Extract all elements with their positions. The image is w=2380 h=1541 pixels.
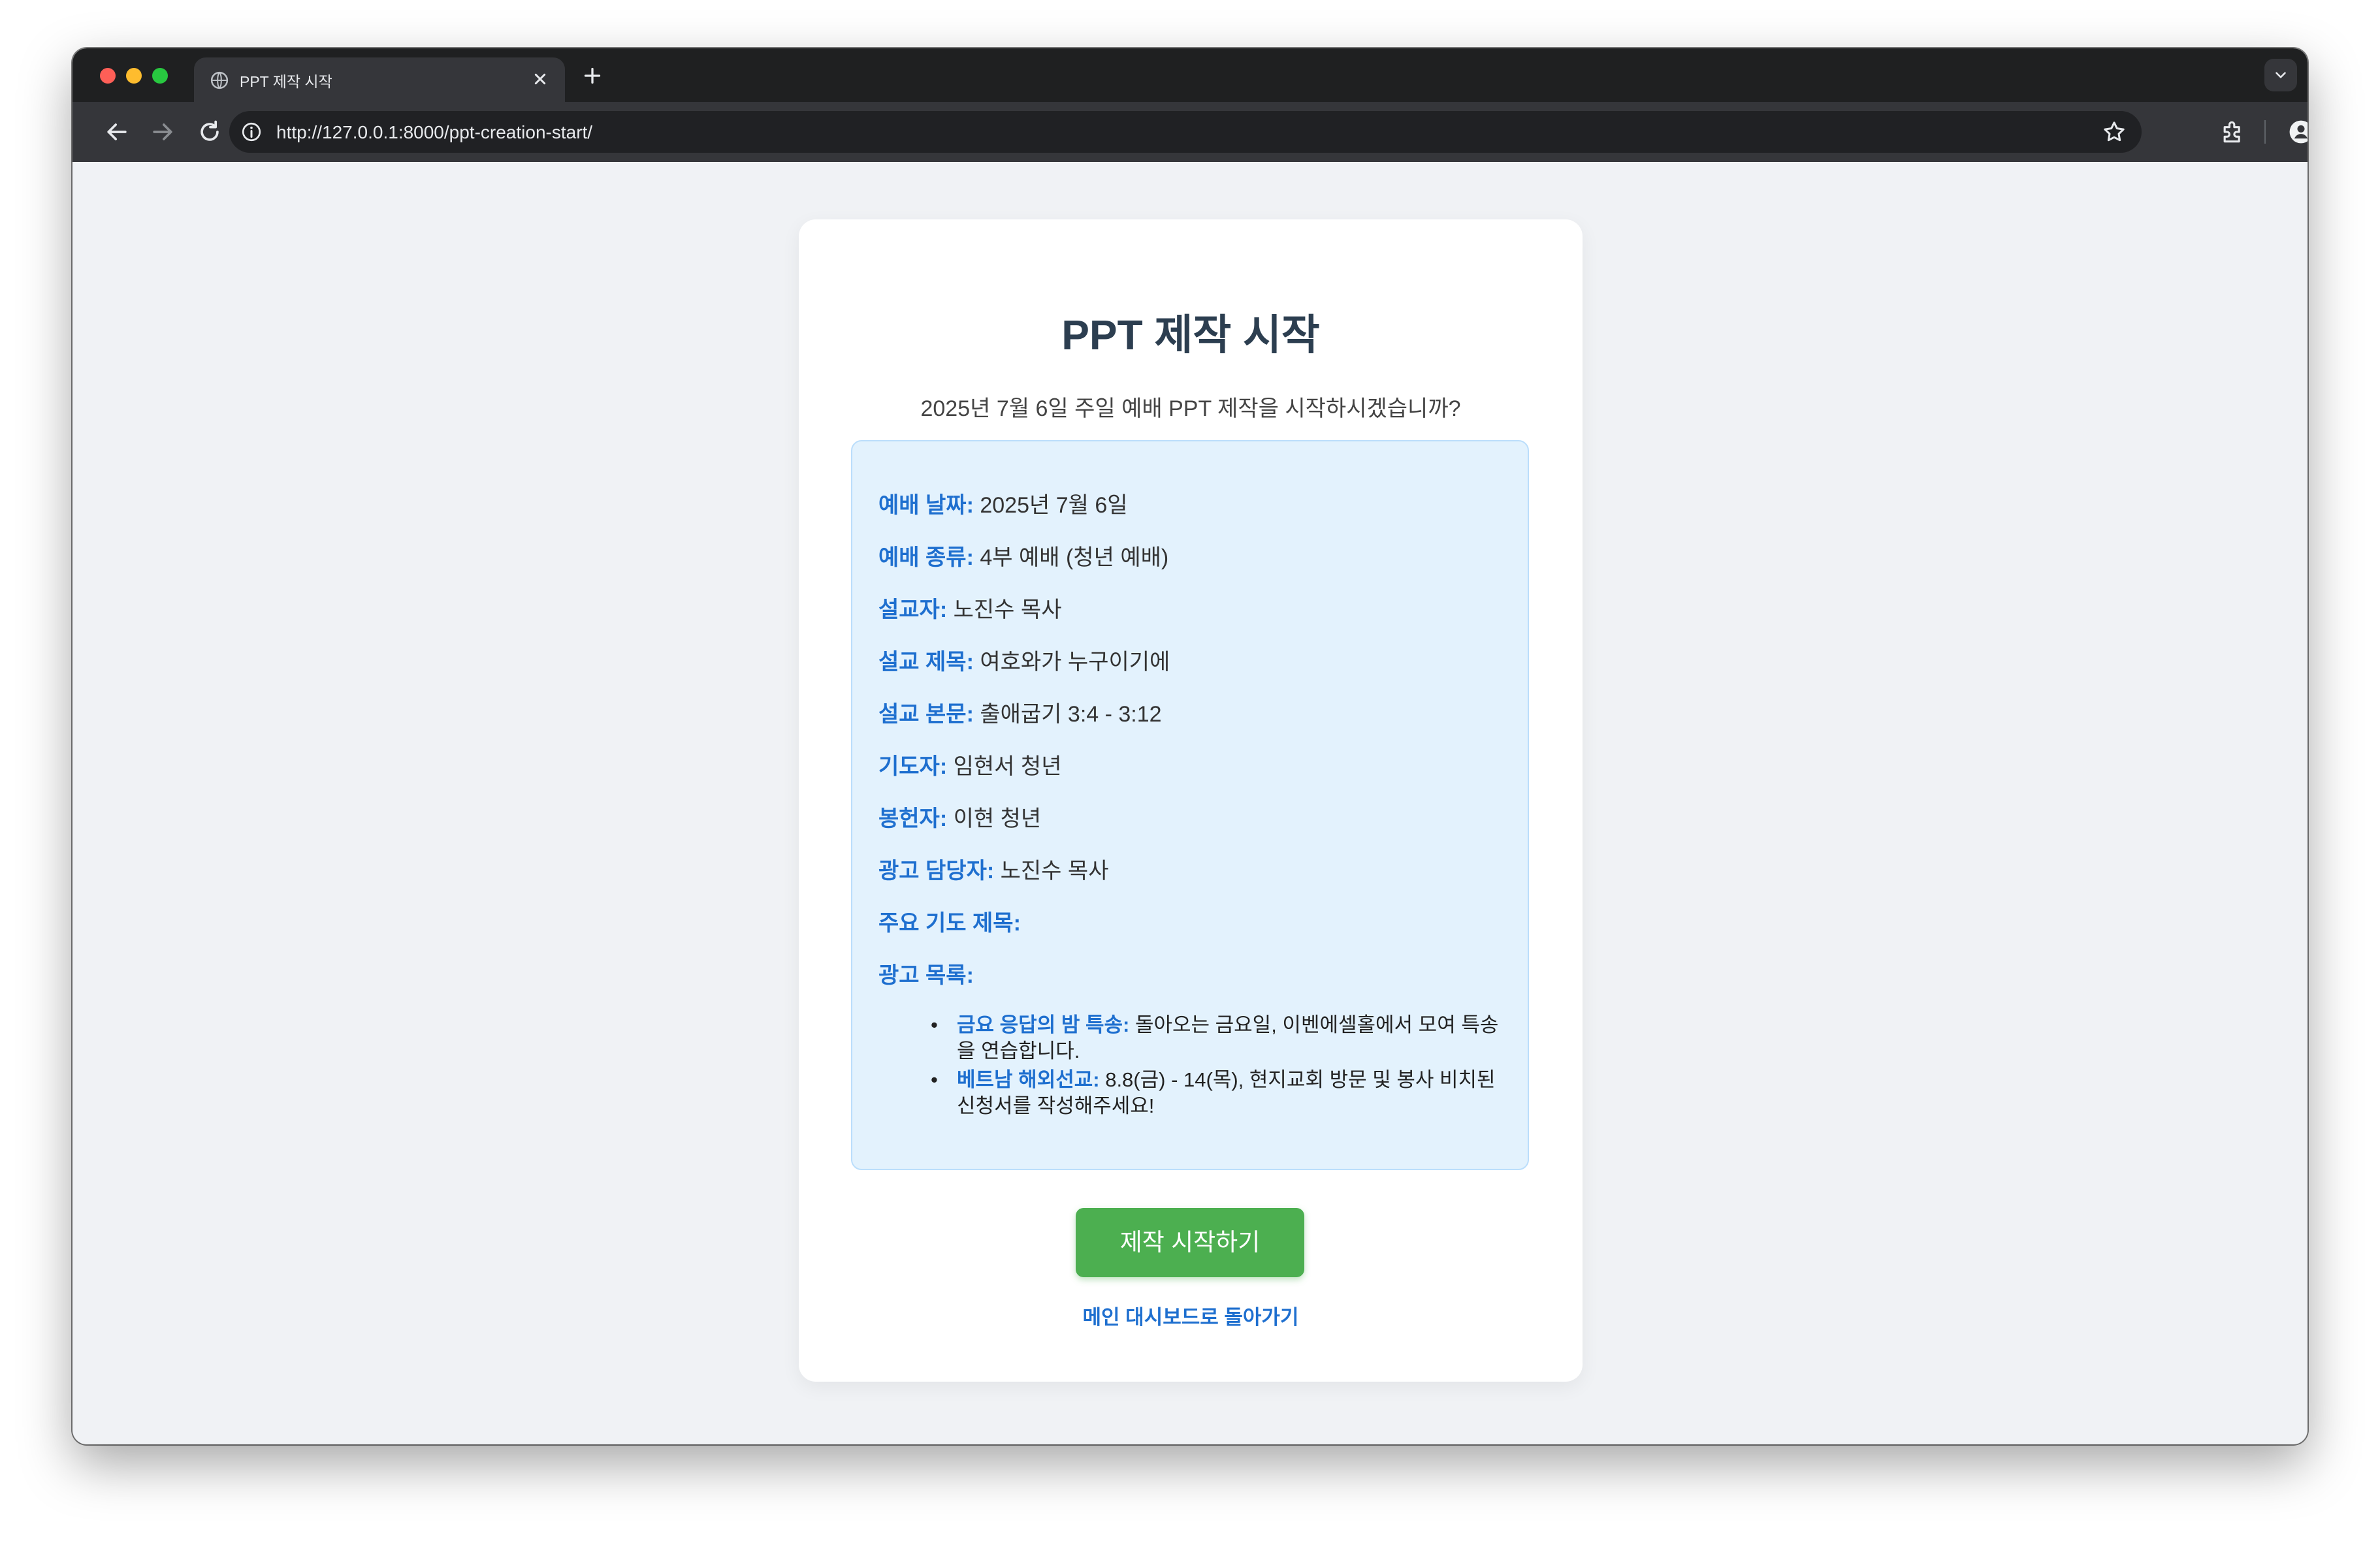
- detail-label: 광고 담당자:: [878, 859, 995, 883]
- detail-label: 설교 본문:: [878, 702, 974, 727]
- detail-value: 출애굽기 3:4 - 3:12: [980, 702, 1162, 727]
- detail-sermon-title: 설교 제목: 여호와가 누구이기에: [878, 644, 1170, 676]
- site-info-icon[interactable]: [240, 120, 263, 144]
- reload-icon[interactable]: [195, 118, 224, 146]
- detail-prayer-leader: 기도자: 임현서 청년: [878, 748, 1061, 780]
- service-info-box: 예배 날짜: 2025년 7월 6일 예배 종류: 4부 예배 (청년 예배) …: [851, 440, 1529, 1170]
- list-item: • 베트남 해외선교: 8.8(금) - 14(목), 현지교회 방문 및 봉사…: [931, 1067, 1505, 1119]
- new-tab-icon[interactable]: [581, 64, 604, 87]
- detail-value: 여호와가 누구이기에: [980, 650, 1170, 675]
- detail-sermon-text: 설교 본문: 출애굽기 3:4 - 3:12: [878, 696, 1162, 728]
- address-bar[interactable]: http://127.0.0.1:8000/ppt-creation-start…: [229, 111, 2142, 153]
- tab-search-button[interactable]: [2264, 59, 2297, 91]
- page-title: PPT 제작 시작: [1061, 311, 1320, 358]
- detail-label: 광고 목록:: [878, 963, 974, 988]
- confirmation-question: 2025년 7월 6일 주일 예배 PPT 제작을 시작하시겠습니까?: [920, 396, 1461, 421]
- browser-toolbar: http://127.0.0.1:8000/ppt-creation-start…: [72, 102, 2308, 162]
- detail-value: 4부 예배 (청년 예배): [980, 545, 1169, 570]
- detail-value: 이현 청년: [953, 806, 1042, 831]
- close-tab-icon[interactable]: [530, 69, 551, 89]
- browser-window: PPT 제작 시작 http://127.0.0.1:8000/ppt-crea…: [72, 48, 2308, 1444]
- minimize-window-button[interactable]: [126, 68, 142, 84]
- page-content: PPT 제작 시작 2025년 7월 6일 주일 예배 PPT 제작을 시작하시…: [72, 162, 2308, 1444]
- toolbar-divider: [2264, 120, 2266, 144]
- detail-value: 노진수 목사: [1000, 859, 1109, 883]
- detail-label: 봉헌자:: [878, 806, 948, 831]
- extensions-icon[interactable]: [2219, 118, 2247, 146]
- announcement-title: 베트남 해외선교:: [957, 1068, 1100, 1091]
- detail-offering-leader: 봉헌자: 이현 청년: [878, 801, 1041, 833]
- detail-label: 주요 기도 제목:: [878, 911, 1021, 936]
- detail-value: 임현서 청년: [953, 754, 1062, 779]
- back-arrow-icon[interactable]: [103, 118, 131, 146]
- announcement-list: • 금요 응답의 밤 특송: 돌아오는 금요일, 이벤에셀홀에서 모여 특송을 …: [931, 1012, 1505, 1122]
- tab-bar: PPT 제작 시작: [72, 48, 2308, 102]
- chevron-down-icon: [2275, 72, 2286, 78]
- detail-label: 예배 날짜:: [878, 493, 974, 518]
- url-text[interactable]: http://127.0.0.1:8000/ppt-creation-start…: [276, 122, 592, 143]
- tab-title: PPT 제작 시작: [240, 73, 332, 90]
- back-to-dashboard-link[interactable]: 메인 대시보드로 돌아가기: [799, 1301, 1583, 1330]
- detail-value: 노진수 목사: [953, 597, 1062, 622]
- forward-arrow-icon[interactable]: [148, 118, 177, 146]
- detail-label: 설교 제목:: [878, 650, 974, 675]
- bullet: •: [931, 1068, 938, 1091]
- start-creation-button[interactable]: 제작 시작하기: [1076, 1208, 1304, 1277]
- detail-announcement-leader: 광고 담당자: 노진수 목사: [878, 853, 1108, 885]
- detail-prayer-topics: 주요 기도 제목:: [878, 905, 1021, 937]
- detail-value: 2025년 7월 6일: [980, 493, 1128, 518]
- bullet: •: [931, 1013, 938, 1036]
- close-window-button[interactable]: [100, 68, 116, 84]
- list-item: • 금요 응답의 밤 특송: 돌아오는 금요일, 이벤에셀홀에서 모여 특송을 …: [931, 1012, 1505, 1064]
- globe-icon: [210, 71, 229, 89]
- detail-label: 예배 종류:: [878, 545, 974, 570]
- detail-announcement-list: 광고 목록:: [878, 957, 974, 989]
- browser-tab[interactable]: PPT 제작 시작: [194, 57, 565, 102]
- detail-service-type: 예배 종류: 4부 예배 (청년 예배): [878, 539, 1168, 571]
- detail-label: 설교자:: [878, 597, 948, 622]
- detail-preacher: 설교자: 노진수 목사: [878, 592, 1061, 624]
- announcement-title: 금요 응답의 밤 특송:: [957, 1013, 1130, 1036]
- bookmark-star-icon[interactable]: [2101, 119, 2127, 145]
- confirmation-card: PPT 제작 시작 2025년 7월 6일 주일 예배 PPT 제작을 시작하시…: [799, 219, 1583, 1382]
- maximize-window-button[interactable]: [152, 68, 168, 84]
- detail-service-date: 예배 날짜: 2025년 7월 6일: [878, 487, 1128, 519]
- detail-label: 기도자:: [878, 754, 948, 779]
- profile-avatar-icon[interactable]: [2287, 118, 2308, 146]
